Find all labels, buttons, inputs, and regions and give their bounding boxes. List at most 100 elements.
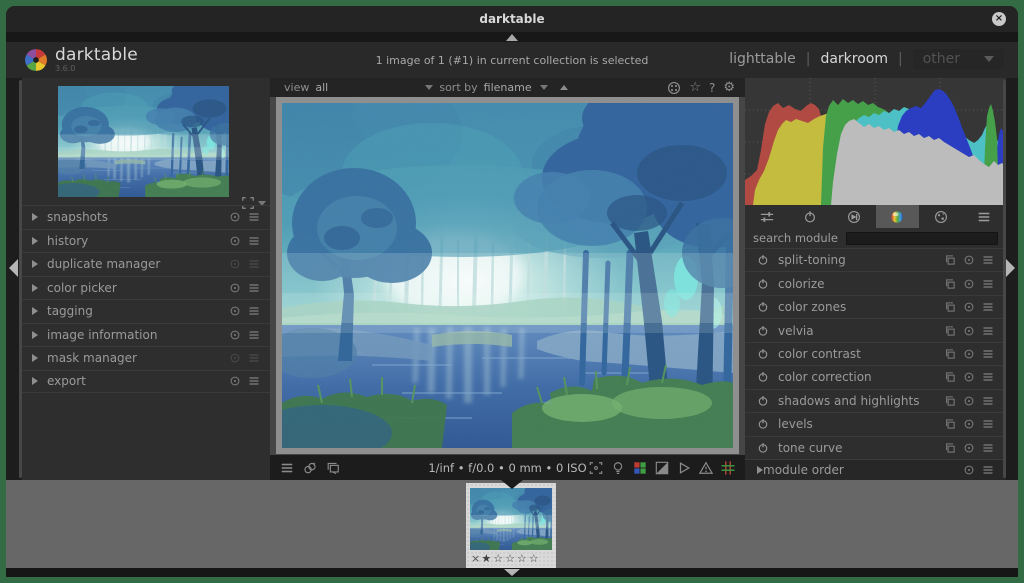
- reset-icon[interactable]: [963, 254, 975, 266]
- presets-menu-icon[interactable]: [248, 329, 260, 341]
- collapse-top-panel-arrow-icon[interactable]: [506, 34, 518, 41]
- help-icon[interactable]: ?: [709, 81, 715, 95]
- darkroom-canvas[interactable]: [270, 97, 745, 455]
- tab-color-group[interactable]: [876, 205, 920, 228]
- presets-menu-icon[interactable]: [982, 418, 994, 430]
- thumbnail-image[interactable]: [470, 488, 552, 550]
- reset-icon[interactable]: [963, 325, 975, 337]
- styles-icon[interactable]: [303, 461, 317, 475]
- titlebar[interactable]: darktable ×: [6, 6, 1018, 32]
- module-color-zones[interactable]: color zones: [745, 295, 1006, 318]
- module-levels[interactable]: levels: [745, 412, 1006, 435]
- section-image-information[interactable]: image information: [22, 323, 270, 347]
- close-icon[interactable]: ×: [992, 12, 1006, 26]
- section-export[interactable]: export: [22, 370, 270, 394]
- presets-menu-icon[interactable]: [982, 301, 994, 313]
- reset-icon[interactable]: [963, 442, 975, 454]
- section-snapshots[interactable]: snapshots: [22, 205, 270, 229]
- instances-icon[interactable]: [944, 325, 956, 337]
- power-icon[interactable]: [757, 371, 769, 383]
- reset-icon[interactable]: [229, 258, 241, 270]
- power-icon[interactable]: [757, 348, 769, 360]
- power-icon[interactable]: [757, 301, 769, 313]
- collapse-right-panel-arrow-icon[interactable]: [1006, 259, 1015, 277]
- section-tagging[interactable]: tagging: [22, 299, 270, 323]
- star-rating[interactable]: ★☆☆☆☆: [481, 552, 540, 566]
- focus-peaking-icon[interactable]: [589, 461, 603, 475]
- gamut-check-icon[interactable]: [699, 461, 713, 475]
- tab-presets-menu[interactable]: [963, 205, 1007, 228]
- second-window-icon[interactable]: [326, 461, 340, 475]
- power-icon[interactable]: [757, 395, 769, 407]
- presets-menu-icon[interactable]: [982, 442, 994, 454]
- section-color-picker[interactable]: color picker: [22, 276, 270, 300]
- instances-icon[interactable]: [944, 418, 956, 430]
- instances-icon[interactable]: [944, 348, 956, 360]
- filmstrip-thumbnail[interactable]: × ★☆☆☆☆: [466, 483, 556, 568]
- presets-menu-icon[interactable]: [248, 375, 260, 387]
- reset-icon[interactable]: [229, 375, 241, 387]
- view-other-dropdown[interactable]: other: [913, 49, 1004, 69]
- grouping-icon[interactable]: [667, 81, 681, 95]
- reject-icon[interactable]: ×: [471, 552, 480, 566]
- sort-select[interactable]: filename: [484, 81, 548, 94]
- reset-icon[interactable]: [229, 211, 241, 223]
- presets-menu-icon[interactable]: [982, 278, 994, 290]
- presets-menu-icon[interactable]: [248, 235, 260, 247]
- raw-overexposure-icon[interactable]: [633, 461, 647, 475]
- presets-menu-icon[interactable]: [982, 464, 994, 476]
- reset-icon[interactable]: [963, 418, 975, 430]
- presets-menu-icon[interactable]: [248, 305, 260, 317]
- power-icon[interactable]: [757, 442, 769, 454]
- reset-icon[interactable]: [229, 235, 241, 247]
- module-color-contrast[interactable]: color contrast: [745, 342, 1006, 365]
- collapse-filmstrip-arrow-icon[interactable]: [504, 569, 520, 576]
- left-panel-scrollbar[interactable]: [19, 80, 22, 478]
- presets-menu-icon[interactable]: [982, 395, 994, 407]
- section-duplicate-manager[interactable]: duplicate manager: [22, 252, 270, 276]
- softproof-icon[interactable]: [677, 461, 691, 475]
- tab-active-modules[interactable]: [745, 205, 789, 228]
- module-shadows-and-highlights[interactable]: shadows and highlights: [745, 389, 1006, 412]
- instances-icon[interactable]: [944, 301, 956, 313]
- view-darkroom[interactable]: darkroom: [820, 51, 888, 67]
- instances-icon[interactable]: [944, 278, 956, 290]
- right-panel-scrollbar[interactable]: [1003, 80, 1006, 478]
- power-icon[interactable]: [757, 254, 769, 266]
- hamburger-menu-icon[interactable]: [280, 461, 294, 475]
- module-colorize[interactable]: colorize: [745, 271, 1006, 294]
- tab-basic-group[interactable]: [832, 205, 876, 228]
- module-color-correction[interactable]: color correction: [745, 365, 1006, 388]
- module-split-toning[interactable]: split-toning: [745, 248, 1006, 271]
- overlays-star-icon[interactable]: ☆: [689, 80, 701, 95]
- reset-icon[interactable]: [963, 395, 975, 407]
- presets-menu-icon[interactable]: [982, 254, 994, 266]
- instances-icon[interactable]: [944, 254, 956, 266]
- power-icon[interactable]: [757, 278, 769, 290]
- sort-ascending-icon[interactable]: [560, 85, 568, 90]
- power-icon[interactable]: [757, 325, 769, 337]
- module-velvia[interactable]: velvia: [745, 318, 1006, 341]
- reset-icon[interactable]: [963, 301, 975, 313]
- presets-menu-icon[interactable]: [248, 211, 260, 223]
- tab-active-group[interactable]: [789, 205, 833, 228]
- reset-icon[interactable]: [963, 371, 975, 383]
- color-assessment-bulb-icon[interactable]: [611, 461, 625, 475]
- edited-image[interactable]: [276, 97, 739, 454]
- view-filter-select[interactable]: all: [315, 81, 433, 94]
- tab-effects-group[interactable]: [919, 205, 963, 228]
- overexposure-icon[interactable]: [655, 461, 669, 475]
- search-module-input[interactable]: [846, 232, 998, 245]
- reset-icon[interactable]: [229, 305, 241, 317]
- section-mask-manager[interactable]: mask manager: [22, 346, 270, 370]
- view-lighttable[interactable]: lighttable: [729, 51, 796, 67]
- collapse-left-panel-arrow-icon[interactable]: [9, 259, 18, 277]
- instances-icon[interactable]: [944, 395, 956, 407]
- module-order-section[interactable]: module order: [745, 459, 1006, 480]
- reset-icon[interactable]: [229, 329, 241, 341]
- preferences-gear-icon[interactable]: ⚙: [723, 80, 735, 95]
- instances-icon[interactable]: [944, 442, 956, 454]
- presets-menu-icon[interactable]: [982, 371, 994, 383]
- presets-menu-icon[interactable]: [248, 258, 260, 270]
- reset-icon[interactable]: [229, 282, 241, 294]
